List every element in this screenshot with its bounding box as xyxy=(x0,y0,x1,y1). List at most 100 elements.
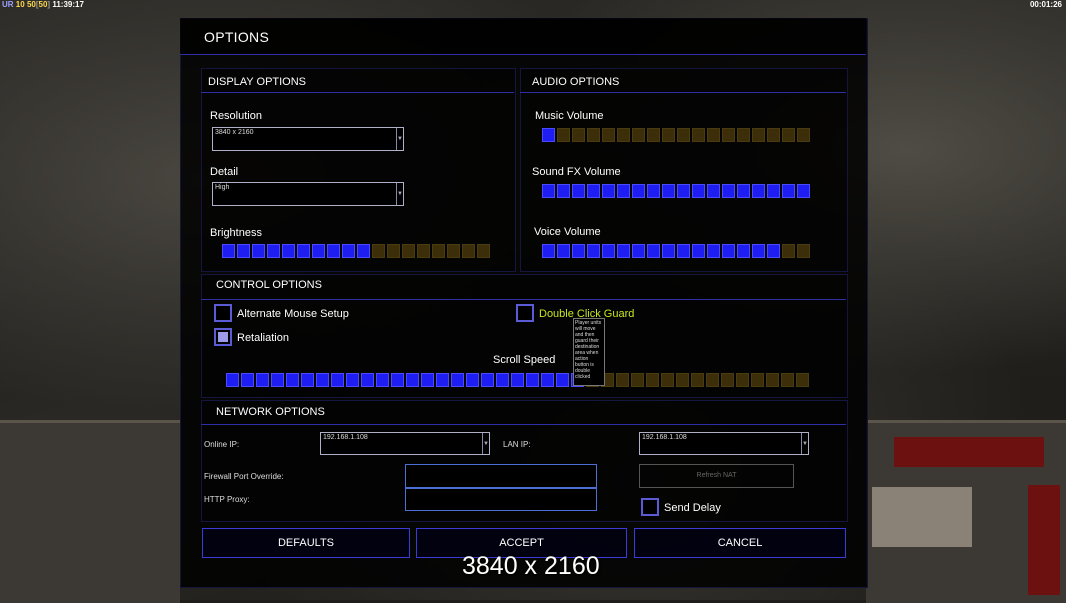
slider-segment[interactable] xyxy=(691,373,704,387)
resolution-select[interactable]: 3840 x 2160 ▼ xyxy=(212,127,404,151)
slider-segment[interactable] xyxy=(632,244,645,258)
sound-fx-volume-slider[interactable] xyxy=(542,184,810,198)
slider-segment[interactable] xyxy=(616,373,629,387)
slider-segment[interactable] xyxy=(602,244,615,258)
slider-segment[interactable] xyxy=(647,244,660,258)
slider-segment[interactable] xyxy=(722,128,735,142)
slider-segment[interactable] xyxy=(602,128,615,142)
slider-segment[interactable] xyxy=(301,373,314,387)
slider-segment[interactable] xyxy=(617,128,630,142)
slider-segment[interactable] xyxy=(782,184,795,198)
voice-volume-slider[interactable] xyxy=(542,244,810,258)
slider-segment[interactable] xyxy=(661,373,674,387)
slider-segment[interactable] xyxy=(766,373,779,387)
slider-segment[interactable] xyxy=(271,373,284,387)
slider-segment[interactable] xyxy=(417,244,430,258)
slider-segment[interactable] xyxy=(391,373,404,387)
slider-segment[interactable] xyxy=(752,244,765,258)
slider-segment[interactable] xyxy=(782,244,795,258)
slider-segment[interactable] xyxy=(477,244,490,258)
slider-segment[interactable] xyxy=(707,184,720,198)
slider-segment[interactable] xyxy=(631,373,644,387)
slider-segment[interactable] xyxy=(541,373,554,387)
slider-segment[interactable] xyxy=(722,244,735,258)
scroll-speed-slider[interactable] xyxy=(226,373,809,387)
slider-segment[interactable] xyxy=(542,128,555,142)
slider-segment[interactable] xyxy=(327,244,340,258)
slider-segment[interactable] xyxy=(402,244,415,258)
slider-segment[interactable] xyxy=(722,184,735,198)
slider-segment[interactable] xyxy=(647,184,660,198)
slider-segment[interactable] xyxy=(496,373,509,387)
slider-segment[interactable] xyxy=(662,184,675,198)
slider-segment[interactable] xyxy=(557,184,570,198)
slider-segment[interactable] xyxy=(767,184,780,198)
brightness-slider[interactable] xyxy=(222,244,490,258)
send-delay-checkbox[interactable] xyxy=(641,498,659,516)
slider-segment[interactable] xyxy=(751,373,764,387)
slider-segment[interactable] xyxy=(406,373,419,387)
slider-segment[interactable] xyxy=(267,244,280,258)
slider-segment[interactable] xyxy=(721,373,734,387)
slider-segment[interactable] xyxy=(342,244,355,258)
slider-segment[interactable] xyxy=(692,128,705,142)
slider-segment[interactable] xyxy=(421,373,434,387)
slider-segment[interactable] xyxy=(647,128,660,142)
slider-segment[interactable] xyxy=(447,244,460,258)
slider-segment[interactable] xyxy=(346,373,359,387)
slider-segment[interactable] xyxy=(797,128,810,142)
slider-segment[interactable] xyxy=(797,184,810,198)
slider-segment[interactable] xyxy=(557,244,570,258)
slider-segment[interactable] xyxy=(617,244,630,258)
slider-segment[interactable] xyxy=(662,244,675,258)
slider-segment[interactable] xyxy=(312,244,325,258)
slider-segment[interactable] xyxy=(737,244,750,258)
slider-segment[interactable] xyxy=(387,244,400,258)
slider-segment[interactable] xyxy=(706,373,719,387)
slider-segment[interactable] xyxy=(237,244,250,258)
slider-segment[interactable] xyxy=(602,184,615,198)
slider-segment[interactable] xyxy=(331,373,344,387)
slider-segment[interactable] xyxy=(557,128,570,142)
slider-segment[interactable] xyxy=(587,128,600,142)
slider-segment[interactable] xyxy=(676,373,689,387)
slider-segment[interactable] xyxy=(256,373,269,387)
alternate-mouse-checkbox[interactable] xyxy=(214,304,232,322)
slider-segment[interactable] xyxy=(692,184,705,198)
slider-segment[interactable] xyxy=(466,373,479,387)
slider-segment[interactable] xyxy=(767,128,780,142)
slider-segment[interactable] xyxy=(357,244,370,258)
slider-segment[interactable] xyxy=(282,244,295,258)
online-ip-select[interactable]: 192.168.1.108 ▼ xyxy=(320,432,490,455)
slider-segment[interactable] xyxy=(632,184,645,198)
slider-segment[interactable] xyxy=(737,184,750,198)
cancel-button[interactable]: CANCEL xyxy=(634,528,846,558)
slider-segment[interactable] xyxy=(451,373,464,387)
slider-segment[interactable] xyxy=(752,184,765,198)
slider-segment[interactable] xyxy=(226,373,239,387)
slider-segment[interactable] xyxy=(692,244,705,258)
slider-segment[interactable] xyxy=(797,244,810,258)
slider-segment[interactable] xyxy=(572,128,585,142)
slider-segment[interactable] xyxy=(481,373,494,387)
lan-ip-select[interactable]: 192.168.1.108 ▼ xyxy=(639,432,809,455)
music-volume-slider[interactable] xyxy=(542,128,810,142)
slider-segment[interactable] xyxy=(297,244,310,258)
slider-segment[interactable] xyxy=(241,373,254,387)
firewall-port-input[interactable] xyxy=(405,464,597,488)
slider-segment[interactable] xyxy=(782,128,795,142)
slider-segment[interactable] xyxy=(707,244,720,258)
slider-segment[interactable] xyxy=(737,128,750,142)
defaults-button[interactable]: DEFAULTS xyxy=(202,528,410,558)
slider-segment[interactable] xyxy=(587,244,600,258)
slider-segment[interactable] xyxy=(252,244,265,258)
slider-segment[interactable] xyxy=(511,373,524,387)
slider-segment[interactable] xyxy=(736,373,749,387)
slider-segment[interactable] xyxy=(526,373,539,387)
slider-segment[interactable] xyxy=(462,244,475,258)
refresh-nat-button[interactable]: Refresh NAT xyxy=(639,464,794,488)
http-proxy-input[interactable] xyxy=(405,488,597,511)
slider-segment[interactable] xyxy=(436,373,449,387)
slider-segment[interactable] xyxy=(556,373,569,387)
slider-segment[interactable] xyxy=(662,128,675,142)
